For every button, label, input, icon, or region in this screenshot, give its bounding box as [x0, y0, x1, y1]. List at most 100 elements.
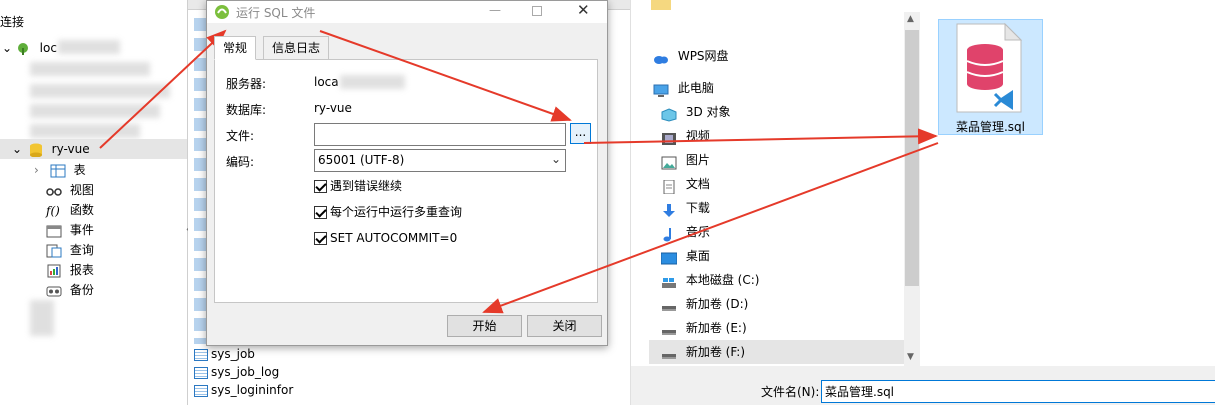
table-row[interactable]: sys_logininfor: [194, 381, 293, 399]
report-icon: [46, 264, 62, 278]
drive-icon: [661, 322, 677, 336]
close-icon[interactable]: ✕: [577, 1, 590, 19]
connection-node[interactable]: ⌄ loc: [0, 38, 57, 58]
checkbox-checked-icon[interactable]: [314, 232, 327, 245]
file-open-dialog: WPS网盘 此电脑 3D 对象 视频 图片 文档 下载 音乐 桌面 本地磁盘 (…: [630, 0, 1215, 405]
nav-label: 下载: [685, 201, 710, 215]
query-icon: [46, 244, 62, 258]
tree-item-tables[interactable]: › 表: [0, 160, 86, 180]
connection-name: loc: [39, 41, 57, 55]
desktop-icon: [660, 250, 678, 264]
encoding-selected-value: 65001 (UTF-8): [318, 153, 405, 167]
nav-item-downloads[interactable]: 下载: [661, 196, 710, 220]
file-path-input[interactable]: [314, 123, 566, 146]
cloud-icon: [653, 50, 669, 64]
tree-item-events[interactable]: 事件: [0, 220, 94, 240]
option-label: 遇到错误继续: [330, 179, 403, 193]
option-label: 每个运行中运行多重查询: [330, 205, 463, 219]
database-icon: [28, 143, 44, 157]
tree-item-label: 视图: [69, 183, 94, 197]
option-multiple-queries[interactable]: 每个运行中运行多重查询: [314, 204, 462, 222]
chevron-down-icon[interactable]: ⌄: [2, 38, 12, 58]
connection-header: 连接: [0, 15, 25, 29]
minimize-icon[interactable]: —: [489, 3, 501, 17]
tree-item-queries[interactable]: 查询: [0, 240, 94, 260]
chevron-right-icon[interactable]: ›: [34, 160, 46, 180]
tree-item-reports[interactable]: 报表: [0, 260, 94, 280]
nav-label: 新加卷 (D:): [685, 297, 749, 311]
nav-label: 新加卷 (F:): [685, 345, 746, 359]
checkbox-checked-icon[interactable]: [314, 206, 327, 219]
server-value: loca: [314, 75, 339, 89]
connection-tree-panel: 连接 ⌄ loc ⌄ ry-vue › 表 视图 f() 函数 事件 查询 报表…: [0, 0, 190, 405]
tree-item-label: 报表: [69, 263, 94, 277]
option-label: SET AUTOCOMMIT=0: [330, 231, 458, 245]
server-label: 服务器:: [226, 77, 267, 91]
table-row[interactable]: sys_job_log: [194, 363, 279, 381]
scroll-up-icon[interactable]: ▲: [907, 14, 914, 24]
folder-icon: [651, 0, 671, 10]
nav-item-drive-c[interactable]: 本地磁盘 (C:): [661, 268, 759, 292]
nav-item-desktop[interactable]: 桌面: [660, 244, 710, 268]
nav-item-wps-cloud[interactable]: WPS网盘: [653, 44, 729, 68]
download-icon: [661, 202, 677, 217]
nav-scrollbar[interactable]: ▲ ▼: [904, 12, 920, 366]
event-icon: [46, 224, 62, 238]
file-item-selected[interactable]: 菜品管理.sql: [938, 19, 1043, 135]
nav-label: 此电脑: [677, 81, 714, 95]
tree-item-backups[interactable]: 备份: [0, 280, 94, 300]
close-button[interactable]: 关闭: [527, 315, 602, 337]
connection-icon: [16, 42, 32, 56]
nav-item-drive-e[interactable]: 新加卷 (E:): [661, 316, 747, 340]
table-name: sys_job: [211, 347, 255, 361]
function-icon: f(): [46, 203, 60, 218]
tree-item-views[interactable]: 视图: [0, 180, 94, 200]
nav-item-pictures[interactable]: 图片: [661, 148, 710, 172]
nav-item-this-pc[interactable]: 此电脑: [653, 76, 714, 100]
drive-icon: [661, 346, 677, 360]
nav-item-music[interactable]: 音乐: [661, 220, 710, 244]
redacted-db-4: [30, 124, 140, 138]
file-name: 菜品管理.sql: [955, 120, 1026, 134]
start-button[interactable]: 开始: [447, 315, 522, 337]
tab-message-log[interactable]: 信息日志: [263, 36, 330, 60]
option-autocommit[interactable]: SET AUTOCOMMIT=0: [314, 230, 457, 248]
checkbox-checked-icon[interactable]: [314, 180, 327, 193]
nav-item-drive-d[interactable]: 新加卷 (D:): [661, 292, 748, 316]
scrollbar-thumb[interactable]: [905, 30, 919, 286]
table-row[interactable]: sys_job: [194, 345, 255, 363]
nav-item-3d-objects[interactable]: 3D 对象: [661, 100, 731, 124]
tab-general[interactable]: 常规: [214, 36, 257, 60]
browse-file-button[interactable]: ...: [570, 123, 591, 144]
table-name: sys_logininfor: [211, 383, 294, 397]
dialog-titlebar: 运行 SQL 文件 — ✕: [207, 1, 607, 23]
redacted-db-2: [30, 84, 170, 98]
nav-item-drive-f[interactable]: 新加卷 (F:): [649, 340, 904, 364]
tree-item-label: 备份: [69, 283, 94, 297]
drive-icon: [661, 274, 677, 288]
scroll-down-icon[interactable]: ▼: [907, 352, 914, 362]
cube-icon: [661, 106, 677, 122]
nav-label: WPS网盘: [677, 49, 729, 63]
option-continue-on-error[interactable]: 遇到错误继续: [314, 178, 402, 196]
redacted-item: [30, 300, 54, 336]
nav-label: 音乐: [685, 225, 710, 239]
nav-item-documents[interactable]: 文档: [661, 172, 710, 196]
nav-label: 3D 对象: [685, 105, 731, 119]
navicat-logo-icon: [214, 4, 230, 20]
encoding-label: 编码:: [226, 155, 255, 169]
drive-icon: [661, 298, 677, 312]
nav-item-videos[interactable]: 视频: [661, 124, 710, 148]
database-node-ry-vue[interactable]: ⌄ ry-vue: [0, 139, 187, 159]
tree-item-label: 函数: [69, 203, 94, 217]
maximize-icon[interactable]: [532, 6, 542, 16]
filename-input[interactable]: [821, 380, 1215, 403]
sql-file-icon: [955, 22, 1023, 114]
tree-item-functions[interactable]: f() 函数: [0, 200, 94, 220]
music-icon: [661, 226, 677, 241]
chevron-down-icon[interactable]: ⌄: [551, 152, 561, 166]
encoding-select[interactable]: 65001 (UTF-8) ⌄: [314, 149, 566, 172]
general-tab-panel: 服务器: loca 数据库: ry-vue 文件: ... 编码: 65001 …: [214, 59, 598, 303]
nav-label: 文档: [685, 177, 710, 191]
chevron-down-icon[interactable]: ⌄: [12, 139, 24, 159]
